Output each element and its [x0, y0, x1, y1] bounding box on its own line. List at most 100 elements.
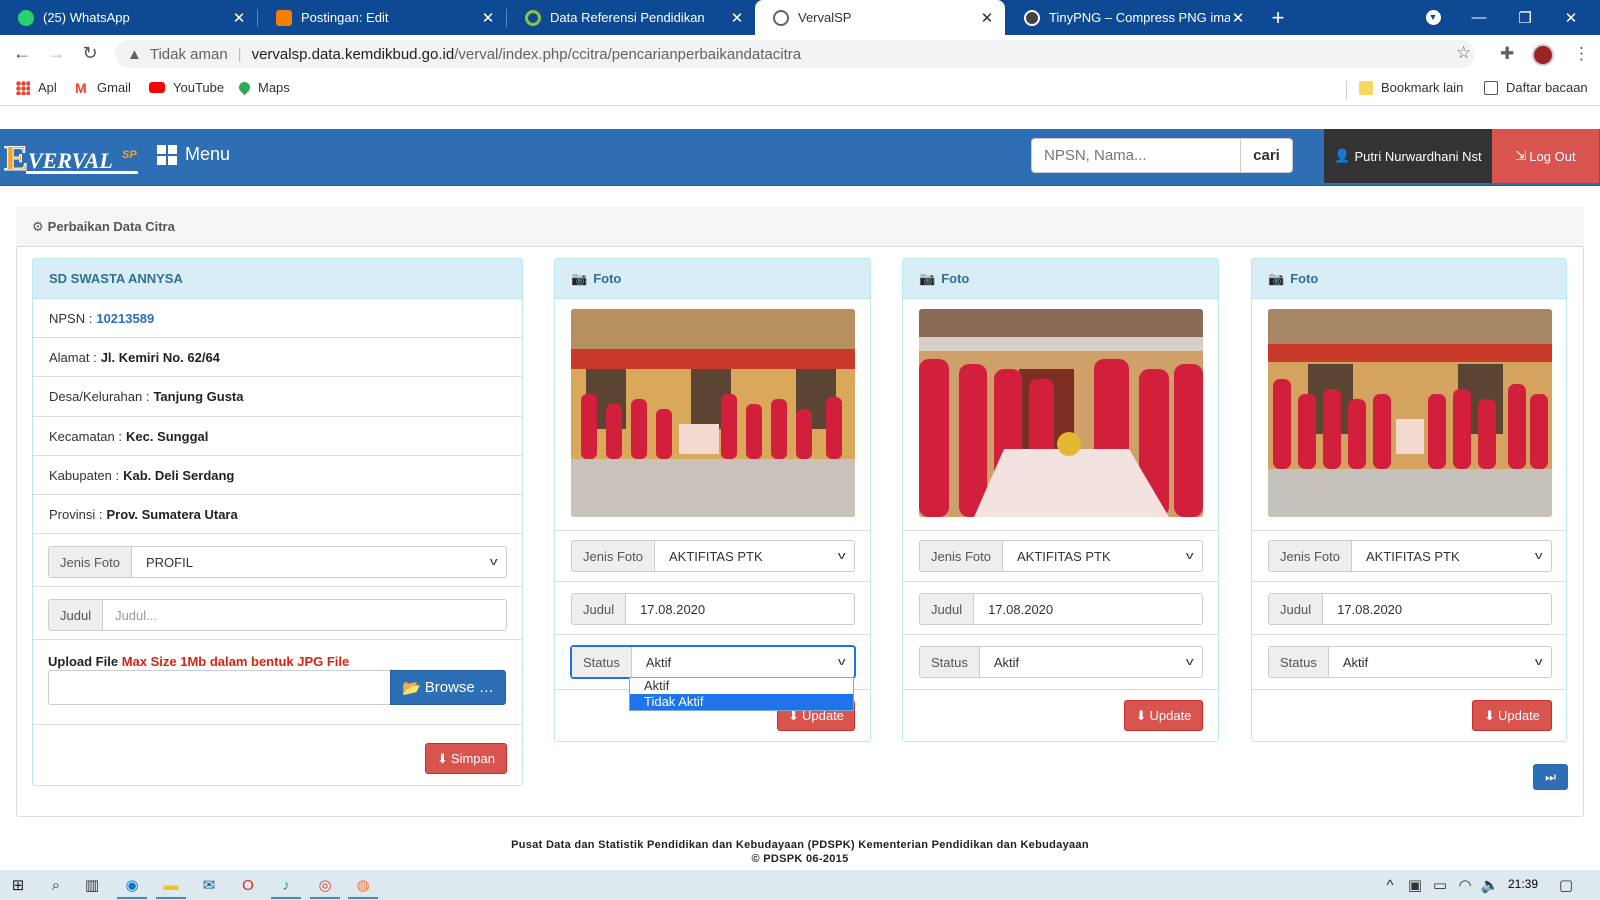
tab-title: (25) WhatsApp: [43, 10, 130, 25]
profile-avatar[interactable]: [1532, 44, 1554, 66]
folder-open-icon: 📂: [402, 679, 421, 697]
logout-icon: ⇲: [1515, 148, 1527, 163]
warning-icon[interactable]: ▲: [127, 46, 142, 63]
school-jenis-foto-select[interactable]: Jenis Foto PROFIL v: [48, 546, 507, 578]
address-input[interactable]: ▲ Tidak aman | vervalsp.data.kemdikbud.g…: [115, 40, 1475, 68]
bookmark-maps[interactable]: Maps: [236, 79, 290, 96]
vervalsp-logo[interactable]: E VERVAL SP: [4, 136, 140, 178]
bookmark-gmail[interactable]: M Gmail: [75, 80, 131, 95]
file-explorer-icon[interactable]: ▬: [161, 875, 181, 895]
photo-image-1[interactable]: [571, 309, 855, 517]
back-icon[interactable]: ←: [11, 43, 33, 64]
status-dropdown-list: Aktif Tidak Aktif: [629, 677, 854, 711]
search-button[interactable]: cari: [1240, 138, 1293, 173]
user-name: Putri Nurwardhani Nst: [1354, 148, 1482, 164]
extensions-icon[interactable]: ✚: [1500, 44, 1514, 64]
tray-overflow-icon[interactable]: ^: [1380, 875, 1400, 895]
grid-icon: [157, 144, 177, 165]
logout-button[interactable]: ⇲ Log Out: [1492, 129, 1599, 183]
mail-icon[interactable]: ✉: [199, 875, 219, 895]
apps-grid-icon: [16, 80, 30, 95]
upload-file-input[interactable]: [48, 670, 391, 705]
photo3-judul-input[interactable]: Judul 17.08.2020: [1268, 593, 1552, 625]
photo2-status-select[interactable]: Status Aktif v: [919, 646, 1203, 678]
security-label[interactable]: Tidak aman: [150, 46, 228, 63]
dropdown-option-aktif[interactable]: Aktif: [630, 678, 853, 694]
download-icon: ⬇: [1484, 707, 1495, 723]
tab-tinypng[interactable]: TinyPNG – Compress PNG images ✕: [1006, 0, 1256, 35]
close-icon[interactable]: ✕: [1230, 9, 1246, 27]
minimize-icon[interactable]: —: [1456, 0, 1502, 35]
svg-text:E: E: [4, 138, 28, 178]
photo3-update-button[interactable]: ⬇ Update: [1472, 700, 1552, 731]
windows-start-icon[interactable]: ⊞: [8, 875, 28, 895]
battery-icon[interactable]: ▭: [1430, 875, 1450, 895]
school-name: SD SWASTA ANNYSA: [33, 259, 522, 299]
bookmark-other[interactable]: Bookmark lain: [1359, 80, 1463, 95]
user-icon: 👤: [1334, 148, 1351, 163]
camera-icon: 📷: [571, 270, 588, 286]
forward-icon[interactable]: →: [45, 43, 67, 64]
photo3-jenis-select[interactable]: Jenis Foto AKTIFITAS PTK v: [1268, 540, 1552, 572]
window-close-icon[interactable]: ✕: [1548, 0, 1594, 35]
chevron-down-icon: v: [1185, 656, 1194, 668]
photo3-status-select[interactable]: Status Aktif v: [1268, 646, 1552, 678]
photo-image-3[interactable]: [1268, 309, 1552, 517]
last-page-icon[interactable]: ⏭: [1533, 764, 1568, 790]
close-icon[interactable]: ✕: [480, 9, 496, 27]
edge-icon[interactable]: ◉: [122, 875, 142, 895]
url-host: vervalsp.data.kemdikbud.go.id: [251, 45, 455, 63]
npsn-search-input[interactable]: [1031, 138, 1241, 173]
dropdown-option-tidak-aktif[interactable]: Tidak Aktif: [630, 694, 853, 710]
footer-line-2: © PDSPK 06-2015: [751, 853, 849, 865]
photo2-jenis-select[interactable]: Jenis Foto AKTIFITAS PTK v: [919, 540, 1203, 572]
maximize-icon[interactable]: ❐: [1502, 0, 1548, 35]
photo1-judul-input[interactable]: Judul 17.08.2020: [571, 593, 855, 625]
close-icon[interactable]: ✕: [979, 9, 995, 27]
photo1-status-select[interactable]: Status Aktif v: [571, 646, 855, 678]
notifications-icon[interactable]: ▢: [1556, 875, 1576, 895]
opera-icon[interactable]: O: [238, 875, 258, 895]
bookmark-star-icon[interactable]: ☆: [1456, 43, 1471, 63]
field-kabupaten: Kabupaten : Kab. Deli Serdang: [33, 456, 522, 495]
new-tab-button[interactable]: +: [1266, 5, 1290, 31]
taskbar-clock[interactable]: 21:39: [1508, 877, 1538, 891]
camera-icon: 📷: [1268, 270, 1285, 286]
chevron-down-icon: v: [489, 556, 498, 568]
photo-image-2[interactable]: [919, 309, 1203, 517]
close-icon[interactable]: ✕: [231, 9, 247, 27]
search-icon[interactable]: ⌕: [46, 875, 66, 895]
tab-postingan[interactable]: Postingan: Edit ✕: [258, 0, 506, 35]
tab-data-referensi[interactable]: Data Referensi Pendidikan ✕: [507, 0, 755, 35]
reload-icon[interactable]: ↻: [79, 43, 101, 64]
upload-label: Upload File Max Size 1Mb dalam bentuk JP…: [48, 654, 350, 669]
firefox-icon[interactable]: ◍: [353, 875, 373, 895]
browse-button[interactable]: 📂 Browse …: [390, 670, 506, 705]
photo2-judul-input[interactable]: Judul 17.08.2020: [919, 593, 1203, 625]
footer-line-1: Pusat Data dan Statistik Pendidikan dan …: [511, 839, 1089, 851]
user-menu[interactable]: 👤 Putri Nurwardhani Nst: [1324, 129, 1492, 183]
volume-icon[interactable]: 🔈: [1480, 875, 1500, 895]
music-app-icon[interactable]: ♪: [276, 875, 296, 895]
photo1-jenis-select[interactable]: Jenis Foto AKTIFITAS PTK v: [571, 540, 855, 572]
tab-vervalsp[interactable]: VervalSP ✕: [755, 0, 1005, 35]
task-view-icon[interactable]: ▥: [82, 875, 102, 895]
close-icon[interactable]: ✕: [729, 9, 745, 27]
chrome-icon[interactable]: ◎: [315, 875, 335, 895]
tab-search-icon[interactable]: ▼: [1410, 0, 1456, 35]
bookmark-apl[interactable]: Apl: [16, 80, 57, 95]
blogger-icon: [276, 9, 292, 26]
tab-title: TinyPNG – Compress PNG images: [1049, 10, 1230, 25]
menu-label: Menu: [185, 144, 231, 164]
photo2-update-button[interactable]: ⬇ Update: [1124, 700, 1203, 731]
menu-button[interactable]: Menu: [157, 144, 230, 165]
browser-menu-icon[interactable]: ⋮: [1573, 44, 1590, 64]
school-judul-input[interactable]: Judul Judul...: [48, 599, 507, 631]
reading-list[interactable]: Daftar bacaan: [1484, 80, 1588, 95]
save-button[interactable]: ⬇ Simpan: [425, 743, 507, 774]
meet-now-icon[interactable]: ▣: [1405, 875, 1425, 895]
tab-title: Postingan: Edit: [301, 10, 389, 25]
tab-whatsapp[interactable]: (25) WhatsApp ✕: [0, 0, 257, 35]
wifi-icon[interactable]: ◠: [1455, 875, 1475, 895]
bookmark-youtube[interactable]: YouTube: [149, 80, 224, 95]
